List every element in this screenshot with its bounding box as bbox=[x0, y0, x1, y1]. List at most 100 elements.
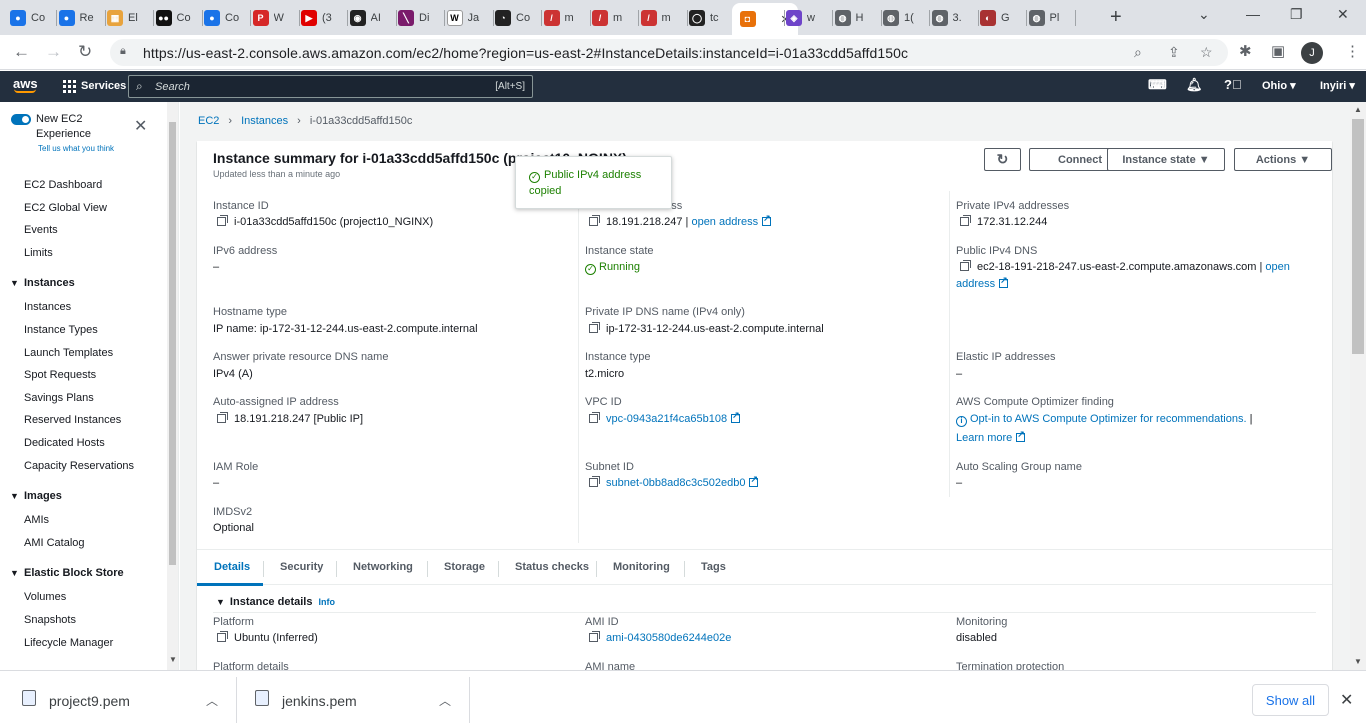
browser-tab[interactable]: ◈ w bbox=[786, 6, 821, 30]
forward-icon[interactable]: → bbox=[45, 42, 62, 62]
aws-search-input[interactable]: ⌕ Search [Alt+S] bbox=[128, 75, 533, 98]
browser-tab[interactable]: / m bbox=[640, 6, 676, 30]
browser-tab[interactable]: ◍ 1( bbox=[883, 6, 918, 30]
reload-icon[interactable]: ↻ bbox=[78, 42, 92, 62]
address-bar[interactable]: 🔒︎ https://us-east-2.console.aws.amazon.… bbox=[110, 39, 1228, 66]
browser-tab[interactable]: ╲ Di bbox=[398, 6, 433, 30]
scroll-down-icon[interactable]: ▼ bbox=[1354, 657, 1362, 666]
account-menu[interactable]: Inyiri ▾ bbox=[1320, 79, 1355, 92]
close-downloads-icon[interactable]: ✕ bbox=[1340, 690, 1353, 710]
new-tab-button[interactable]: + bbox=[1110, 6, 1122, 29]
new-experience-toggle[interactable] bbox=[11, 114, 31, 125]
download-item-jenkins[interactable]: jenkins.pem bbox=[282, 693, 357, 709]
sidebar-item[interactable]: Launch Templates bbox=[24, 347, 113, 359]
sidebar-section-header[interactable]: ▼ Images bbox=[10, 490, 62, 502]
zoom-icon[interactable]: ⌕ bbox=[1134, 44, 1142, 61]
download-item-project9[interactable]: project9.pem bbox=[49, 693, 130, 709]
restore-icon[interactable]: ❐ bbox=[1290, 6, 1303, 23]
browser-tab[interactable]: ● Co bbox=[10, 6, 45, 30]
open-address-link[interactable]: open address bbox=[691, 216, 758, 228]
sidebar-item[interactable]: Lifecycle Manager bbox=[24, 637, 113, 649]
share-icon[interactable]: ⇪ bbox=[1168, 44, 1180, 61]
tab-networking[interactable]: Networking bbox=[353, 561, 413, 573]
copy-icon[interactable] bbox=[589, 476, 600, 487]
tab-tags[interactable]: Tags bbox=[701, 561, 726, 573]
tab-monitoring[interactable]: Monitoring bbox=[613, 561, 670, 573]
sidebar-item[interactable]: AMIs bbox=[24, 514, 49, 526]
browser-tab[interactable]: ◯ tc bbox=[689, 6, 724, 30]
browser-tab[interactable]: ◐ G bbox=[980, 6, 1015, 30]
external-link-icon[interactable] bbox=[999, 275, 1009, 288]
browser-tab[interactable]: W Ja bbox=[446, 6, 482, 30]
external-link-icon[interactable] bbox=[1016, 429, 1026, 442]
sidebar-item[interactable]: EC2 Dashboard bbox=[24, 179, 102, 191]
tab-status-checks[interactable]: Status checks bbox=[515, 561, 589, 573]
copy-icon[interactable] bbox=[960, 215, 971, 226]
browser-tab[interactable]: ◉ AI bbox=[349, 6, 385, 30]
copy-icon[interactable] bbox=[589, 322, 600, 333]
chevron-up-icon[interactable]: ︿ bbox=[439, 692, 451, 709]
info-link[interactable]: Info bbox=[318, 597, 335, 607]
copy-icon[interactable] bbox=[960, 260, 971, 271]
copy-icon[interactable] bbox=[217, 412, 228, 423]
sidebar-item[interactable]: Volumes bbox=[24, 591, 66, 603]
subnet-id-link[interactable]: subnet-0bb8ad8c3c502edb0 bbox=[606, 477, 745, 489]
sidebar-item[interactable]: Instances bbox=[24, 301, 71, 313]
sidebar-scrollbar[interactable]: ▼ bbox=[167, 102, 178, 670]
url-text[interactable]: https://us-east-2.console.aws.amazon.com… bbox=[143, 45, 908, 61]
tab-storage[interactable]: Storage bbox=[444, 561, 485, 573]
extensions-icon[interactable]: ✱ bbox=[1239, 42, 1252, 60]
cloudshell-icon[interactable]: ⌨ bbox=[1148, 77, 1167, 93]
help-icon[interactable]: ?⃝ bbox=[1224, 77, 1242, 92]
copy-icon[interactable] bbox=[589, 412, 600, 423]
tab-search-icon[interactable]: ⌄ bbox=[1198, 6, 1210, 23]
copy-icon[interactable] bbox=[217, 215, 228, 226]
chevron-up-icon[interactable]: ︿ bbox=[206, 692, 218, 709]
optimizer-optin-link[interactable]: Opt-in to AWS Compute Optimizer for reco… bbox=[970, 413, 1247, 425]
scroll-up-icon[interactable]: ▲ bbox=[1354, 105, 1362, 114]
side-panel-icon[interactable]: ▣ bbox=[1271, 42, 1285, 60]
external-link-icon[interactable] bbox=[731, 410, 741, 423]
sidebar-section-header[interactable]: ▼ Instances bbox=[10, 277, 75, 289]
feedback-link[interactable]: Tell us what you think bbox=[38, 144, 114, 153]
sidebar-item[interactable]: Instance Types bbox=[24, 324, 98, 336]
sidebar-scroll-down-icon[interactable]: ▼ bbox=[169, 655, 177, 664]
browser-tab[interactable]: ◍ 3. bbox=[931, 6, 967, 30]
browser-tab[interactable]: / m bbox=[592, 6, 627, 30]
refresh-button[interactable]: ↻ bbox=[984, 148, 1021, 171]
sidebar-section-header[interactable]: ▼ Elastic Block Store bbox=[10, 567, 124, 579]
breadcrumb-ec2[interactable]: EC2 bbox=[198, 115, 219, 127]
tab-details[interactable]: Details bbox=[214, 561, 250, 573]
region-selector[interactable]: Ohio ▾ bbox=[1262, 79, 1296, 92]
close-sidebar-icon[interactable]: ✕ bbox=[134, 116, 147, 136]
page-scrollbar-thumb[interactable] bbox=[1352, 119, 1364, 354]
external-link-icon[interactable] bbox=[762, 213, 772, 226]
browser-tab[interactable]: ●● Co bbox=[155, 6, 191, 30]
sidebar-item[interactable]: Snapshots bbox=[24, 614, 76, 626]
sidebar-item[interactable]: Spot Requests bbox=[24, 369, 96, 381]
close-window-icon[interactable]: ✕ bbox=[1337, 6, 1349, 23]
page-scrollbar[interactable]: ▲ ▼ bbox=[1350, 102, 1366, 670]
sidebar-item[interactable]: Events bbox=[24, 224, 58, 236]
minimize-icon[interactable]: — bbox=[1246, 6, 1260, 22]
browser-menu-icon[interactable]: ⋮ bbox=[1345, 42, 1360, 60]
browser-tab[interactable]: ◍ Pl bbox=[1028, 6, 1064, 30]
instance-state-button[interactable]: Instance state ▼ bbox=[1107, 148, 1225, 171]
browser-tab[interactable]: ◔ Co bbox=[495, 6, 530, 30]
vpc-id-link[interactable]: vpc-0943a21f4ca65b108 bbox=[606, 413, 727, 425]
show-all-downloads-button[interactable]: Show all bbox=[1252, 684, 1329, 716]
browser-tab[interactable]: ◍ H bbox=[834, 6, 870, 30]
sidebar-item[interactable]: EC2 Global View bbox=[24, 202, 107, 214]
browser-tab[interactable]: ● Re bbox=[58, 6, 94, 30]
copy-icon[interactable] bbox=[217, 631, 228, 642]
browser-tab[interactable]: ▦ El bbox=[107, 6, 142, 30]
notifications-bell-icon[interactable]: 🔔︎ bbox=[1186, 77, 1203, 93]
address-link[interactable]: address bbox=[956, 278, 995, 290]
browser-tab[interactable]: / m bbox=[543, 6, 579, 30]
learn-more-link[interactable]: Learn more bbox=[956, 432, 1012, 444]
lock-icon[interactable]: 🔒︎ bbox=[120, 45, 126, 58]
external-link-icon[interactable] bbox=[749, 474, 759, 487]
actions-button[interactable]: Actions ▼ bbox=[1234, 148, 1332, 171]
tab-security[interactable]: Security bbox=[280, 561, 323, 573]
sidebar-item[interactable]: Savings Plans bbox=[24, 392, 94, 404]
